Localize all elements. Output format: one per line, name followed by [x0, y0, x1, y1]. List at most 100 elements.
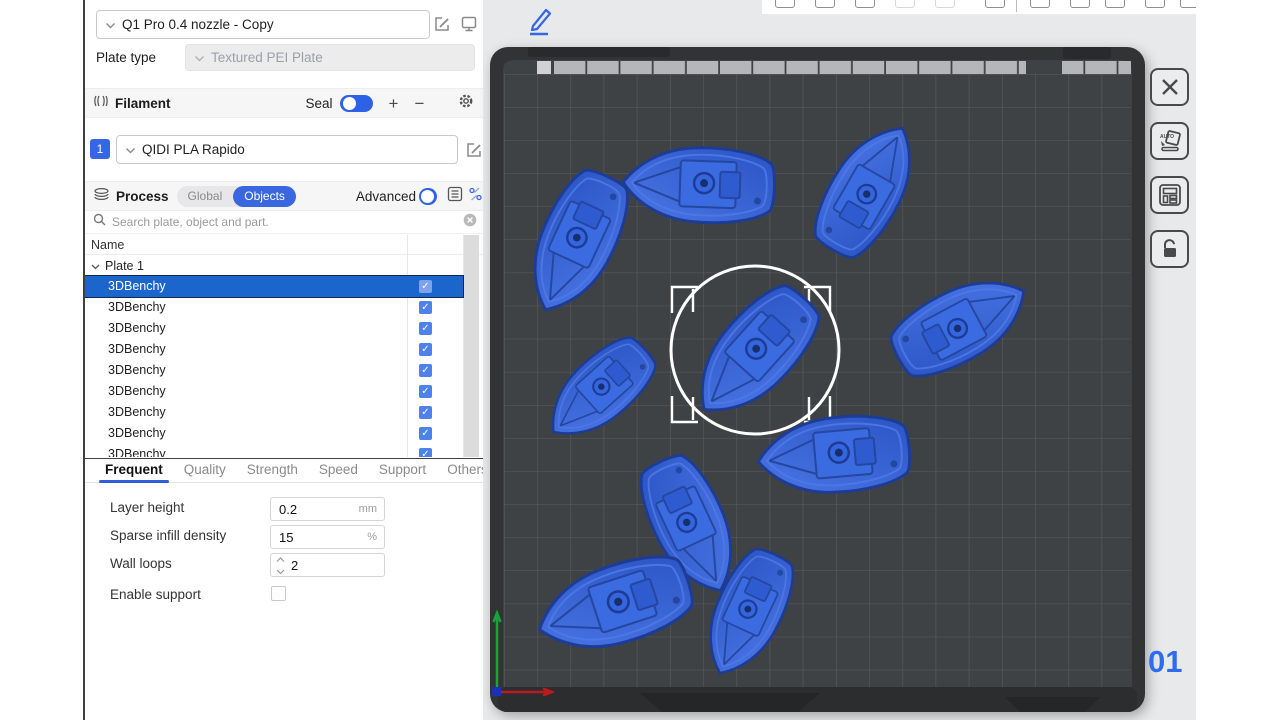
filament-name: QIDI PLA Rapido — [142, 142, 245, 157]
process-scope-toggle: Global Objects — [177, 186, 296, 207]
setting-label: Layer height — [110, 500, 184, 515]
chevron-down-icon — [194, 50, 205, 65]
calibration-strip — [554, 61, 1026, 74]
tab-others[interactable]: Others — [447, 458, 488, 483]
tree-object-row[interactable]: 3DBenchy✓ — [85, 444, 463, 457]
filament-section-header: Filament Seal + − — [85, 88, 483, 118]
seal-toggle[interactable] — [340, 95, 373, 112]
collapse-chevron-icon[interactable] — [91, 259, 100, 273]
unit-label: mm — [359, 503, 377, 515]
process-layers-icon — [93, 187, 110, 206]
setting-label: Enable support — [110, 587, 201, 602]
tree-scrollbar[interactable] — [464, 235, 479, 457]
layer-height-field: mm — [270, 497, 385, 521]
printer-name: Q1 Pro 0.4 nozzle - Copy — [122, 17, 274, 32]
tab-quality[interactable]: Quality — [184, 458, 226, 483]
filament-section-title: Filament — [115, 96, 171, 111]
layout-icon — [1158, 183, 1182, 207]
filament-icon — [93, 94, 109, 113]
unit-label: % — [367, 531, 377, 543]
viewport-3d[interactable]: ..: — [483, 0, 1196, 720]
edit-pencil-tool[interactable] — [524, 4, 554, 41]
toolbar-icon-partial — [1105, 0, 1125, 8]
enable-support-checkbox[interactable] — [271, 586, 286, 601]
lock-plate-button[interactable] — [1150, 230, 1189, 268]
wall-loops-stepper[interactable] — [276, 557, 286, 575]
plate-type-value: Textured PEI Plate — [211, 50, 323, 65]
edit-printer-button[interactable] — [434, 16, 451, 38]
visibility-checkbox[interactable]: ✓ — [419, 385, 432, 398]
tree-object-row[interactable]: 3DBenchy✓ — [85, 423, 463, 444]
build-plate[interactable] — [490, 47, 1145, 712]
edit-filament-button[interactable] — [466, 142, 483, 164]
printer-monitor-button[interactable] — [460, 15, 478, 38]
visibility-checkbox[interactable]: ✓ — [419, 301, 432, 314]
plate-type-dropdown[interactable]: Textured PEI Plate — [185, 44, 475, 71]
close-icon — [1159, 76, 1181, 98]
tree-plate-row[interactable]: Plate 1 — [85, 255, 483, 276]
visibility-checkbox[interactable]: ✓ — [419, 427, 432, 440]
scope-global-option[interactable]: Global — [177, 186, 234, 207]
slicer-app: Q1 Pro 0.4 nozzle - Copy Plate type Text… — [0, 0, 1280, 720]
clear-search-icon[interactable] — [463, 213, 477, 232]
setting-wall-loops: Wall loops — [110, 553, 480, 577]
plate-type-label: Plate type — [96, 50, 156, 65]
toolbar-icon-partial — [895, 0, 915, 8]
setting-enable-support: Enable support — [110, 584, 480, 608]
tree-rows: 3DBenchy✓3DBenchy✓3DBenchy✓3DBenchy✓3DBe… — [85, 276, 483, 457]
tree-object-row[interactable]: 3DBenchy✓ — [85, 318, 463, 339]
tree-object-row[interactable]: 3DBenchy✓ — [85, 360, 463, 381]
setting-label: Wall loops — [110, 556, 172, 571]
layer-height-input[interactable] — [279, 499, 349, 519]
svg-text:AUTO: AUTO — [1160, 134, 1174, 140]
search-bar — [85, 211, 483, 234]
process-section-header: Process Global Objects Advanced — [85, 181, 483, 211]
tab-support[interactable]: Support — [379, 458, 426, 483]
toolbar-icon-partial — [1070, 0, 1090, 8]
add-filament-button[interactable]: + — [389, 95, 399, 112]
tree-object-row[interactable]: 3DBenchy✓ — [85, 339, 463, 360]
seal-label: Seal — [306, 96, 333, 111]
tab-strength[interactable]: Strength — [247, 458, 298, 483]
remove-filament-button[interactable]: − — [414, 95, 424, 112]
delete-plate-button[interactable] — [1150, 68, 1189, 106]
top-toolbar-partial: ..: — [762, 0, 1215, 14]
setting-label: Sparse infill density — [110, 528, 226, 543]
toggle-knob — [343, 97, 356, 110]
advanced-toggle[interactable] — [419, 188, 437, 205]
toggle-knob — [421, 190, 434, 203]
tab-frequent[interactable]: Frequent — [105, 458, 163, 483]
filament-settings-gear-icon[interactable] — [458, 93, 474, 114]
visibility-checkbox[interactable]: ✓ — [419, 280, 432, 293]
visibility-checkbox[interactable]: ✓ — [419, 343, 432, 356]
toolbar-icon-partial — [1145, 0, 1165, 8]
visibility-checkbox[interactable]: ✓ — [419, 364, 432, 377]
tree-object-row[interactable]: 3DBenchy✓ — [85, 381, 463, 402]
tree-object-row[interactable]: 3DBenchy✓ — [85, 276, 463, 297]
filament-slot-badge[interactable]: 1 — [90, 139, 110, 159]
process-structure-icon[interactable] — [468, 186, 483, 207]
auto-arrange-button[interactable]: AUTO — [1150, 122, 1189, 160]
left-panel: Q1 Pro 0.4 nozzle - Copy Plate type Text… — [0, 0, 483, 720]
tree-object-row[interactable]: 3DBenchy✓ — [85, 402, 463, 423]
plate-number-label[interactable]: 01 — [1148, 644, 1182, 680]
toolbar-icon-partial — [775, 0, 795, 8]
toolbar-icon-partial — [815, 0, 835, 8]
visibility-checkbox[interactable]: ✓ — [419, 406, 432, 419]
toolbar-icon-partial — [1030, 0, 1050, 8]
process-list-view-icon[interactable] — [447, 186, 463, 207]
search-icon — [93, 213, 106, 231]
infill-density-input[interactable] — [279, 527, 349, 547]
toolbar-icon-partial — [935, 0, 955, 8]
filament-dropdown[interactable]: QIDI PLA Rapido — [116, 135, 458, 164]
visibility-checkbox[interactable]: ✓ — [419, 448, 432, 458]
tree-object-row[interactable]: 3DBenchy✓ — [85, 297, 463, 318]
tab-speed[interactable]: Speed — [319, 458, 358, 483]
wall-loops-input[interactable] — [291, 555, 361, 575]
printer-dropdown[interactable]: Q1 Pro 0.4 nozzle - Copy — [96, 10, 430, 39]
search-input[interactable] — [112, 215, 463, 229]
scope-objects-option[interactable]: Objects — [233, 186, 296, 207]
toolbar-icon-partial — [985, 0, 1005, 8]
visibility-checkbox[interactable]: ✓ — [419, 322, 432, 335]
plate-layout-button[interactable] — [1150, 176, 1189, 214]
